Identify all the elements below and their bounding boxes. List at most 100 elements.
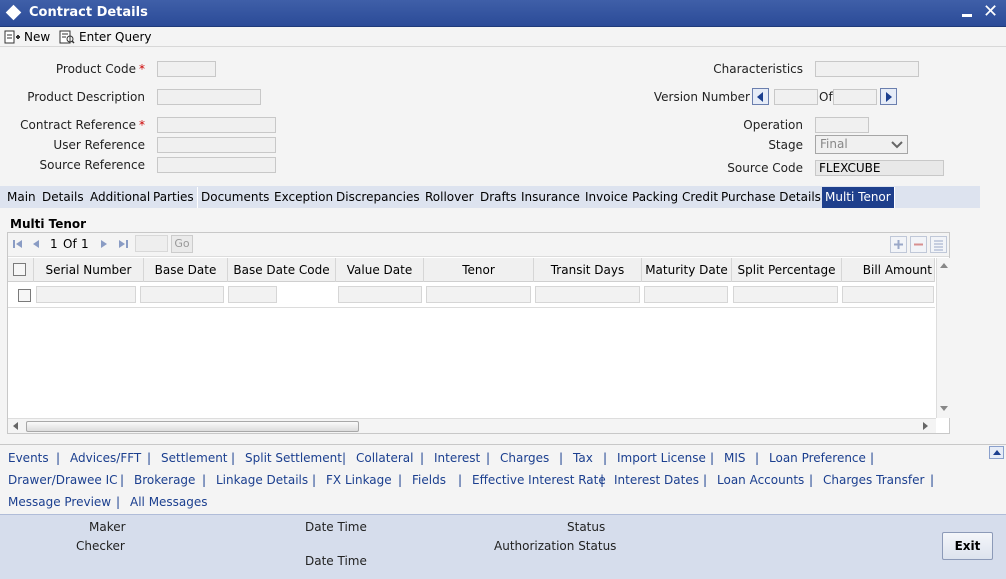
tenor-cell[interactable] — [426, 286, 531, 303]
first-page-icon[interactable] — [12, 238, 24, 250]
serial-number-cell[interactable] — [36, 286, 136, 303]
characteristics-field[interactable] — [815, 61, 919, 77]
version-next-button[interactable] — [880, 88, 897, 105]
link-separator: | — [603, 451, 608, 465]
scroll-right-icon[interactable] — [923, 422, 928, 430]
base-date-cell[interactable] — [140, 286, 224, 303]
link-all-messages[interactable]: All Messages — [130, 495, 208, 509]
link-tax[interactable]: Tax — [573, 451, 593, 465]
tab-parties[interactable]: Parties — [150, 187, 198, 208]
add-row-icon[interactable] — [890, 236, 907, 253]
link-fields[interactable]: Fields — [412, 473, 446, 487]
transit-days-cell[interactable] — [535, 286, 640, 303]
source-code-field[interactable]: FLEXCUBE — [815, 160, 944, 176]
col-serial-number[interactable]: Serial Number — [34, 258, 144, 282]
tab-insurance[interactable]: Insurance — [518, 187, 584, 208]
link-separator: | — [559, 451, 564, 465]
enter-query-button[interactable]: Enter Query — [59, 28, 152, 46]
exit-button[interactable]: Exit — [942, 532, 993, 560]
vertical-scrollbar[interactable] — [936, 258, 950, 418]
product-code-field[interactable] — [157, 61, 216, 77]
link-settlement[interactable]: Settlement — [161, 451, 228, 465]
enter-query-icon — [59, 30, 75, 44]
collapse-up-icon[interactable] — [989, 446, 1004, 459]
single-view-icon[interactable] — [930, 236, 947, 253]
bill-amount-cell[interactable] — [842, 286, 934, 303]
tab-rollover[interactable]: Rollover — [422, 187, 478, 208]
tab-purchase-details[interactable]: Purchase Details — [718, 187, 825, 208]
link-loan-preference[interactable]: Loan Preference — [769, 451, 866, 465]
next-page-icon[interactable] — [98, 238, 110, 250]
link-fx-linkage[interactable]: FX Linkage — [326, 473, 392, 487]
link-charges-transfer[interactable]: Charges Transfer — [823, 473, 924, 487]
link-separator: | — [710, 451, 715, 465]
col-value-date[interactable]: Value Date — [336, 258, 424, 282]
version-prev-button[interactable] — [752, 88, 769, 105]
link-collateral[interactable]: Collateral — [356, 451, 413, 465]
link-loan-accounts[interactable]: Loan Accounts — [717, 473, 804, 487]
tab-additional[interactable]: Additional — [87, 187, 155, 208]
link-interest[interactable]: Interest — [434, 451, 480, 465]
col-base-date[interactable]: Base Date — [144, 258, 228, 282]
link-import-license[interactable]: Import License — [617, 451, 706, 465]
new-button[interactable]: New — [4, 28, 50, 46]
col-transit-days[interactable]: Transit Days — [534, 258, 642, 282]
row-checkbox[interactable] — [18, 289, 31, 302]
horizontal-scrollbar[interactable] — [8, 418, 936, 433]
scroll-down-icon[interactable] — [940, 406, 948, 411]
tab-invoice[interactable]: Invoice — [582, 187, 632, 208]
col-split-percentage[interactable]: Split Percentage — [732, 258, 842, 282]
link-interest-dates[interactable]: Interest Dates — [614, 473, 699, 487]
horizontal-scroll-thumb[interactable] — [26, 421, 359, 432]
tab-main[interactable]: Main — [4, 187, 40, 208]
tab-discrepancies[interactable]: Discrepancies — [333, 187, 424, 208]
col-tenor[interactable]: Tenor — [424, 258, 534, 282]
scroll-up-icon[interactable] — [940, 263, 948, 268]
user-reference-field[interactable] — [157, 137, 276, 153]
link-message-preview[interactable]: Message Preview — [8, 495, 111, 509]
prev-page-icon[interactable] — [30, 238, 42, 250]
version-number-field[interactable] — [774, 89, 818, 105]
page-number-input[interactable] — [135, 235, 168, 252]
source-reference-field[interactable] — [157, 157, 276, 173]
stage-select[interactable]: Final — [815, 135, 908, 154]
close-icon[interactable]: ✕ — [983, 1, 998, 22]
maturity-date-cell[interactable] — [644, 286, 728, 303]
value-date-cell[interactable] — [338, 286, 422, 303]
product-description-field[interactable] — [157, 89, 261, 105]
go-button[interactable]: Go — [171, 235, 193, 253]
last-page-icon[interactable] — [117, 238, 129, 250]
status-label: Status — [567, 520, 606, 534]
select-all-checkbox[interactable] — [13, 263, 26, 276]
col-maturity-date[interactable]: Maturity Date — [642, 258, 732, 282]
col-bill-amount[interactable]: Bill Amount — [842, 258, 935, 282]
version-number-label: Version Number — [653, 90, 750, 104]
chevron-down-icon — [891, 141, 903, 149]
base-date-code-cell[interactable] — [228, 286, 277, 303]
multi-tenor-grid: 1 Of 1 Go Serial Number Base Date Base D… — [7, 232, 950, 434]
link-effective-interest-rate[interactable]: Effective Interest Rate — [472, 473, 606, 487]
delete-row-icon[interactable] — [910, 236, 927, 253]
tab-drafts[interactable]: Drafts — [477, 187, 521, 208]
link-advices-fft[interactable]: Advices/FFT — [70, 451, 141, 465]
link-split-settlement[interactable]: Split Settlement — [245, 451, 342, 465]
contract-reference-field[interactable] — [157, 117, 276, 133]
link-drawer-drawee-ic[interactable]: Drawer/Drawee IC — [8, 473, 118, 487]
product-code-label: Product Code * — [55, 62, 145, 76]
split-percentage-cell[interactable] — [733, 286, 838, 303]
tab-details[interactable]: Details — [39, 187, 88, 208]
link-charges[interactable]: Charges — [500, 451, 549, 465]
tab-multi-tenor[interactable]: Multi Tenor — [822, 187, 895, 208]
scroll-left-icon[interactable] — [13, 422, 18, 430]
link-brokerage[interactable]: Brokerage — [134, 473, 195, 487]
tab-packing-credit[interactable]: Packing Credit — [629, 187, 723, 208]
tab-documents[interactable]: Documents — [198, 187, 274, 208]
link-mis[interactable]: MIS — [724, 451, 746, 465]
tab-exception[interactable]: Exception — [271, 187, 338, 208]
operation-field[interactable] — [815, 117, 869, 133]
link-events[interactable]: Events — [8, 451, 49, 465]
minimize-icon[interactable] — [962, 5, 974, 21]
link-linkage-details[interactable]: Linkage Details — [216, 473, 308, 487]
pager-of-label: Of — [63, 237, 77, 251]
col-base-date-code[interactable]: Base Date Code — [228, 258, 336, 282]
